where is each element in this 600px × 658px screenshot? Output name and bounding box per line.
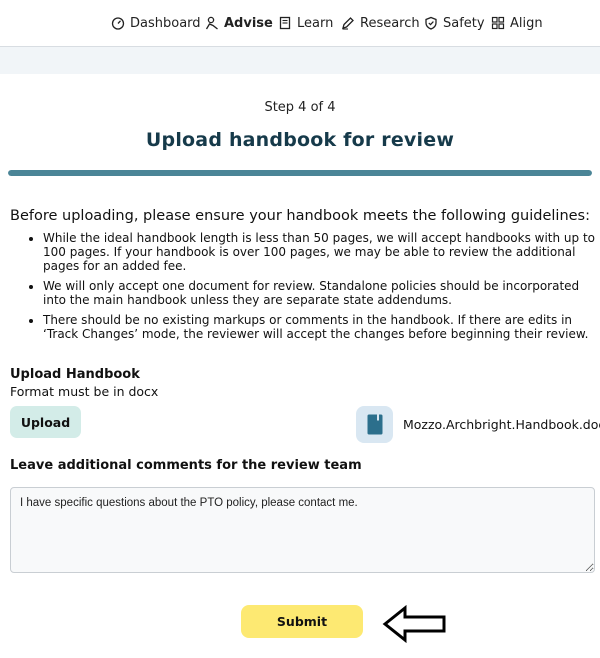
- nav-item-label: Learn: [297, 15, 334, 31]
- nav-item-label: Dashboard: [130, 15, 201, 31]
- sub-header-bar: [0, 47, 600, 74]
- list-item: While the ideal handbook length is less …: [43, 231, 598, 273]
- nav-item-safety[interactable]: Safety: [424, 14, 485, 32]
- guidelines-list: While the ideal handbook length is less …: [10, 231, 598, 347]
- advisor-icon: [205, 16, 219, 30]
- document-icon: [356, 406, 393, 443]
- pen-icon: [341, 16, 355, 30]
- upload-button[interactable]: Upload: [10, 406, 81, 438]
- guidelines-intro: Before uploading, please ensure your han…: [10, 208, 590, 224]
- nav-item-label: Safety: [443, 15, 485, 31]
- progress-bar-fill: [8, 170, 592, 176]
- nav-item-research[interactable]: Research: [341, 14, 420, 32]
- nav-item-label: Align: [510, 15, 543, 31]
- shield-icon: [424, 16, 438, 30]
- list-item: There should be no existing markups or c…: [43, 313, 598, 341]
- book-icon: [278, 16, 292, 30]
- nav-item-align[interactable]: Align: [491, 14, 543, 32]
- uploaded-file-name: Mozzo.Archbright.Handbook.docx: [403, 417, 600, 432]
- nav-item-dashboard[interactable]: Dashboard: [111, 14, 201, 32]
- arrow-left-icon: [382, 605, 446, 643]
- page-title: Upload handbook for review: [145, 129, 455, 151]
- format-note: Format must be in docx: [10, 384, 159, 399]
- grid-icon: [491, 16, 505, 30]
- top-nav: Dashboard Advise Learn Research Safety A…: [0, 0, 600, 47]
- nav-item-label: Advise: [224, 15, 273, 31]
- step-indicator: Step 4 of 4: [264, 100, 336, 115]
- submit-button[interactable]: Submit: [241, 605, 363, 638]
- nav-item-advise[interactable]: Advise: [205, 14, 273, 32]
- comments-label: Leave additional comments for the review…: [10, 458, 362, 473]
- list-item: We will only accept one document for rev…: [43, 279, 598, 307]
- nav-item-learn[interactable]: Learn: [278, 14, 333, 32]
- comments-textarea[interactable]: I have specific questions about the PTO …: [10, 487, 595, 573]
- nav-item-label: Research: [360, 15, 420, 31]
- gauge-icon: [111, 16, 125, 30]
- upload-section-title: Upload Handbook: [10, 367, 140, 382]
- progress-bar: [8, 170, 592, 176]
